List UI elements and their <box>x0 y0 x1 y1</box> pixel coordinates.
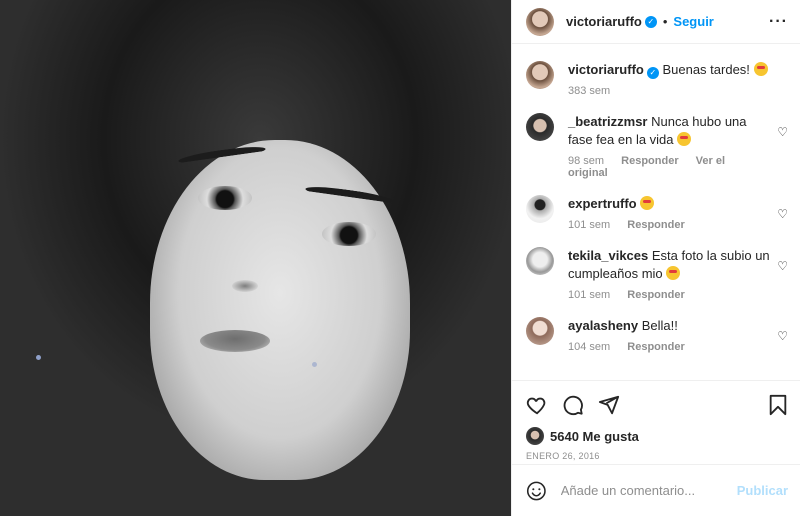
photo-nose <box>232 280 258 292</box>
photo-face <box>150 140 410 480</box>
bookmark-icon[interactable] <box>768 394 788 416</box>
comment-avatar[interactable] <box>526 113 554 141</box>
liker-avatar <box>526 427 544 445</box>
comment-like-heart-icon[interactable]: ♡ <box>777 329 788 343</box>
comment-row: _beatrizzmsr Nunca hubo una fase fea en … <box>526 113 788 179</box>
comment-input[interactable] <box>560 483 737 498</box>
action-icons <box>526 391 788 419</box>
reply-button[interactable]: Responder <box>621 155 678 167</box>
author-username[interactable]: victoriaruffo <box>566 14 642 29</box>
comment-composer: Publicar <box>512 464 800 516</box>
comment-username[interactable]: ayalasheny <box>568 318 638 333</box>
verified-icon: ✓ <box>646 67 659 79</box>
comment-icon[interactable] <box>562 394 584 416</box>
likes-count[interactable]: 5640 Me gusta <box>526 427 788 445</box>
author-avatar[interactable] <box>526 7 554 36</box>
smile-icon[interactable] <box>526 480 547 502</box>
publish-button[interactable]: Publicar <box>737 483 788 498</box>
comment-text: Bella!! <box>641 318 678 333</box>
heart-eyes-emoji-icon <box>666 266 681 280</box>
reply-button[interactable]: Responder <box>627 219 684 231</box>
comment-username[interactable]: expertruffo <box>568 196 637 211</box>
photo-lips <box>200 330 270 352</box>
heart-eyes-emoji-icon <box>640 196 655 210</box>
caption-username[interactable]: victoriaruffo <box>568 62 644 77</box>
photo-speck <box>312 362 317 367</box>
post-details-panel: victoriaruffo ✓ • Seguir ··· victoriaruf… <box>511 0 800 516</box>
comment-username[interactable]: _beatrizzmsr <box>568 114 647 129</box>
caption-avatar[interactable] <box>526 61 554 89</box>
post-actions: 5640 Me gusta ENERO 26, 2016 <box>512 380 800 461</box>
caption-text: Buenas tardes! <box>662 62 750 77</box>
kiss-emoji-icon <box>753 62 768 76</box>
share-icon[interactable] <box>598 394 620 416</box>
comment-row: tekila_vikces Esta foto la subio un cump… <box>526 247 788 301</box>
comment-time: 104 sem <box>568 341 611 353</box>
caption-time: 383 sem <box>568 85 611 97</box>
comment-row: expertruffo 101 sem Responder ♡ <box>526 195 788 231</box>
photo-eye-left <box>198 186 252 210</box>
comment-like-heart-icon[interactable]: ♡ <box>777 259 788 273</box>
more-icon[interactable]: ··· <box>769 13 788 31</box>
comments-list[interactable]: victoriaruffo ✓ Buenas tardes! 383 sem _b… <box>512 45 800 379</box>
comment-like-heart-icon[interactable]: ♡ <box>777 207 788 221</box>
heart-eyes-emoji-icon <box>677 132 692 146</box>
post-photo[interactable] <box>0 0 511 516</box>
post-date: ENERO 26, 2016 <box>526 451 600 461</box>
follow-button[interactable]: Seguir <box>673 14 713 29</box>
verified-icon: ✓ <box>644 15 657 28</box>
comment-time: 98 sem <box>568 155 605 167</box>
comment-username[interactable]: tekila_vikces <box>568 248 648 263</box>
comment-avatar[interactable] <box>526 247 554 275</box>
comment-avatar[interactable] <box>526 317 554 345</box>
comment-row: ayalasheny Bella!! 104 sem Responder ♡ <box>526 317 788 353</box>
photo-speck <box>36 355 41 360</box>
likes-label[interactable]: 5640 Me gusta <box>550 429 639 444</box>
reply-button[interactable]: Responder <box>627 341 684 353</box>
comment-like-heart-icon[interactable]: ♡ <box>777 125 788 139</box>
photo-eye-right <box>322 222 376 246</box>
reply-button[interactable]: Responder <box>627 289 684 301</box>
comment-time: 101 sem <box>568 289 611 301</box>
heart-icon[interactable] <box>526 394 548 416</box>
separator-dot: • <box>662 14 668 29</box>
caption-row: victoriaruffo ✓ Buenas tardes! 383 sem <box>526 61 788 97</box>
post-header: victoriaruffo ✓ • Seguir ··· <box>512 0 800 44</box>
comment-time: 101 sem <box>568 219 611 231</box>
comment-avatar[interactable] <box>526 195 554 223</box>
